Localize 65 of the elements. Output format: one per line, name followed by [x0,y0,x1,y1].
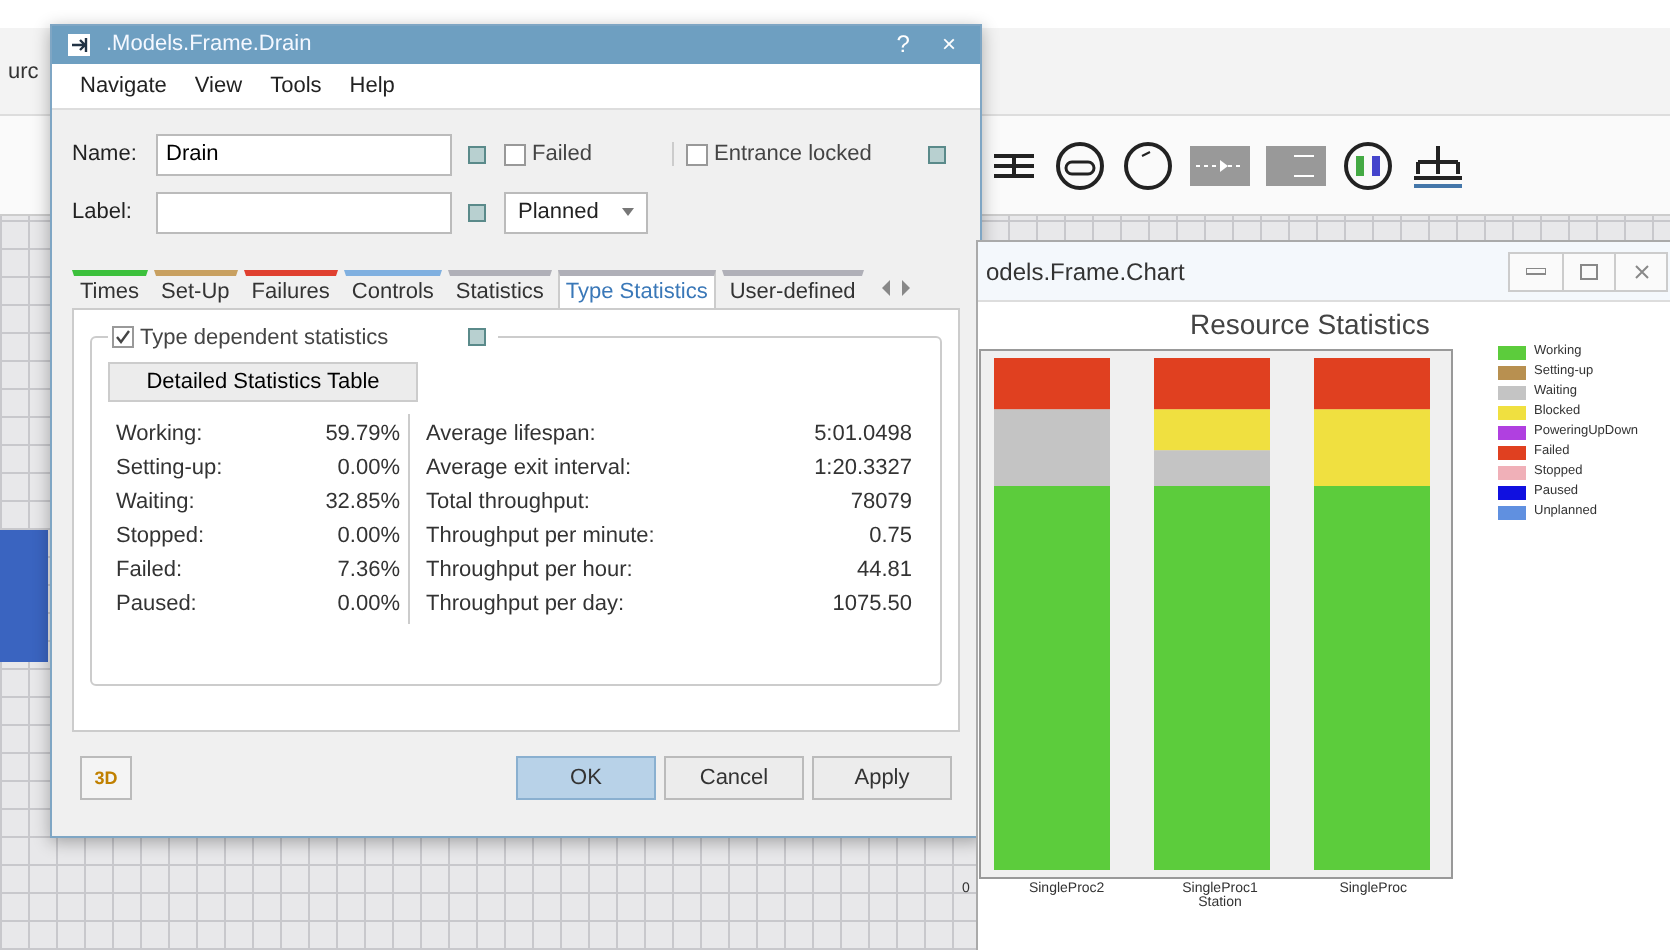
stat-label: Total throughput: [426,489,590,514]
window-title: .Models.Frame.Drain [106,32,314,57]
field-label: Name: [72,142,139,167]
chart-title: Resource Statistics [1190,308,1430,340]
status-square [468,328,487,347]
stat-label: Setting-up: [116,455,223,480]
entrance-locked-checkbox[interactable]: Entrance locked [686,142,872,167]
stat-value: 7.36% [337,557,400,582]
close-button[interactable] [1614,253,1666,289]
network-icon[interactable] [1410,141,1466,189]
stat-label: Throughput per hour: [426,557,633,582]
stat-value: 5:01.0498 [814,421,912,446]
stat-value: 32.85% [325,489,400,514]
detailed-statistics-button[interactable]: Detailed Statistics Table [108,361,418,402]
maximize-icon [1580,263,1598,279]
planned-dropdown[interactable]: Planned [504,191,648,234]
name-field[interactable]: Drain [156,133,452,176]
stat-label: Average lifespan: [426,421,596,446]
field-label: Label: [72,200,134,225]
maximize-button[interactable] [1562,253,1614,289]
label-field[interactable] [156,191,452,234]
stat-value: 44.81 [856,557,912,582]
check-icon [116,330,130,345]
stat-value: 78079 [850,489,912,514]
stat-value: 0.00% [337,591,400,616]
tab[interactable]: Type Statistics [557,269,716,308]
status-square [468,203,486,222]
menu-item[interactable]: View [194,73,243,98]
menu-item[interactable]: Tools [270,73,322,98]
exchange-icon[interactable] [1266,145,1326,185]
stat-label: Stopped: [116,523,205,548]
close-icon [1633,263,1649,279]
stat-label: Average exit interval: [426,455,632,480]
dialog-button[interactable]: Cancel [664,756,804,800]
toolbar-label: urc [8,59,39,83]
stat-label: Paused: [116,591,197,616]
scroll-arrows-icon[interactable] [881,279,910,296]
stat-value: 1075.50 [832,591,912,616]
stat-label: Working: [116,421,203,446]
sorter-icon[interactable] [1342,139,1394,191]
menu-item[interactable]: Navigate [80,73,167,98]
side-block [0,530,48,662]
stat-value: 59.79% [325,421,400,446]
stat-label: Throughput per minute: [426,523,655,548]
failed-checkbox[interactable]: Failed [504,142,672,167]
dialog-button[interactable]: Apply [812,756,952,800]
stat-value: 0.00% [337,455,400,480]
dialog-button[interactable]: OK [516,756,656,800]
window-icon [68,33,90,56]
stat-label: Throughput per day: [426,591,625,616]
type-dependent-checkbox[interactable]: Type dependent statistics [112,325,389,350]
conveyor-icon[interactable] [1054,139,1106,191]
stat-label: Failed: [116,557,183,582]
minimize-icon [1526,267,1546,275]
minimize-button[interactable] [1510,253,1562,289]
stat-value: 0.00% [337,523,400,548]
stat-label: Waiting: [116,489,195,514]
menu-item[interactable]: Help [349,73,395,98]
window-title: odels.Frame.Chart [986,257,1187,285]
status-square [927,145,946,164]
flow-icon[interactable] [1190,145,1250,185]
status-square [468,145,486,164]
stat-value: 0.75 [869,523,912,548]
circle-icon[interactable] [1122,139,1174,191]
stat-value: 1:20.3327 [814,455,912,480]
